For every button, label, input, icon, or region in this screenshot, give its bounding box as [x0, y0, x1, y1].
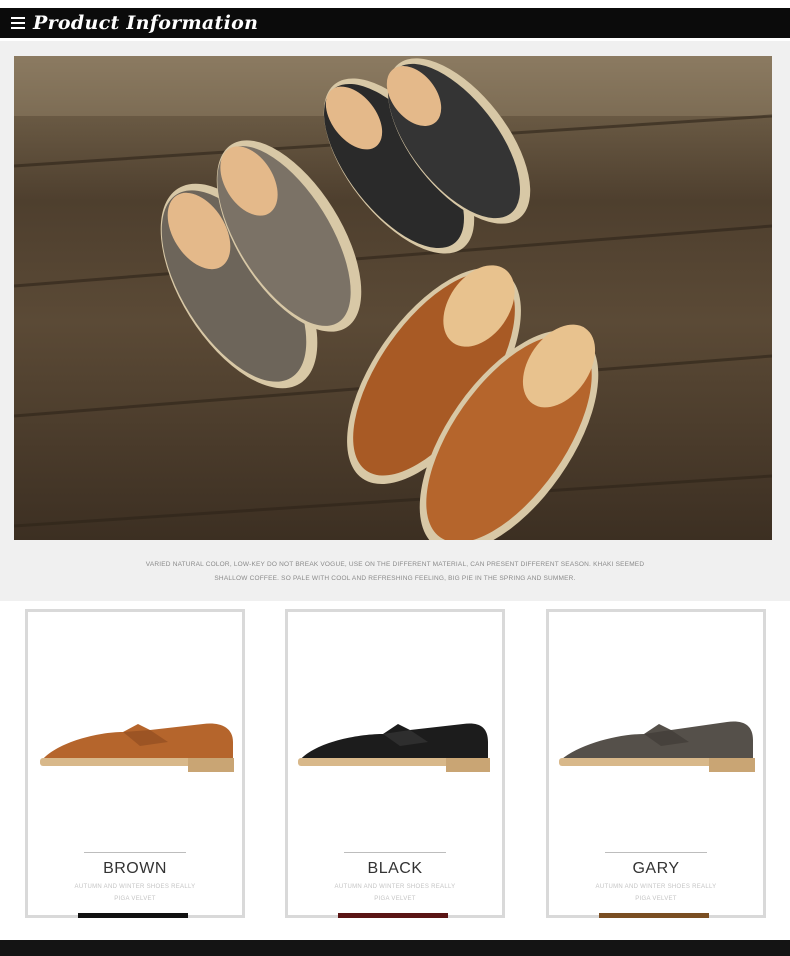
variant-card-black: BLACK AUTUMN AND WINTER SHOES REALLY PIG… [285, 609, 505, 918]
hero-section: VARIED NATURAL COLOR, LOW-KEY DO NOT BRE… [0, 41, 790, 601]
variant-card-gary: GARY AUTUMN AND WINTER SHOES REALLY PIGA… [546, 609, 766, 918]
hero-product-photo [14, 56, 772, 540]
shoe-image-gary [559, 721, 755, 772]
variant-subtitle: AUTUMN AND WINTER SHOES REALLY [334, 884, 456, 890]
hero-caption-line-1: VARIED NATURAL COLOR, LOW-KEY DO NOT BRE… [145, 561, 645, 568]
hero-shoes-illustration [14, 56, 772, 540]
variant-subtitle-2: PIGA VELVET [114, 896, 156, 902]
next-section-header [0, 940, 790, 956]
card-divider [84, 852, 186, 853]
section-title: Product Information [33, 12, 259, 34]
shoe-image-black [298, 723, 490, 772]
variant-name: GARY [632, 860, 680, 877]
card-accent-bar [338, 913, 448, 918]
variant-name: BLACK [367, 860, 423, 877]
variant-subtitle-2: PIGA VELVET [635, 896, 677, 902]
variant-name: BROWN [103, 860, 167, 877]
shoe-image-brown [40, 723, 234, 772]
card-accent-bar [78, 913, 188, 918]
variant-card-brown: BROWN AUTUMN AND WINTER SHOES REALLY PIG… [25, 609, 245, 918]
variant-subtitle-2: PIGA VELVET [374, 896, 416, 902]
section-header: Product Information [0, 8, 790, 38]
variant-subtitle: AUTUMN AND WINTER SHOES REALLY [595, 884, 717, 890]
variant-subtitle: AUTUMN AND WINTER SHOES REALLY [74, 884, 196, 890]
hero-caption-line-2: SHALLOW COFFEE. SO PALE WITH COOL AND RE… [214, 575, 576, 582]
hamburger-icon [11, 17, 25, 29]
card-divider [344, 852, 446, 853]
card-divider [605, 852, 707, 853]
card-accent-bar [599, 913, 709, 918]
